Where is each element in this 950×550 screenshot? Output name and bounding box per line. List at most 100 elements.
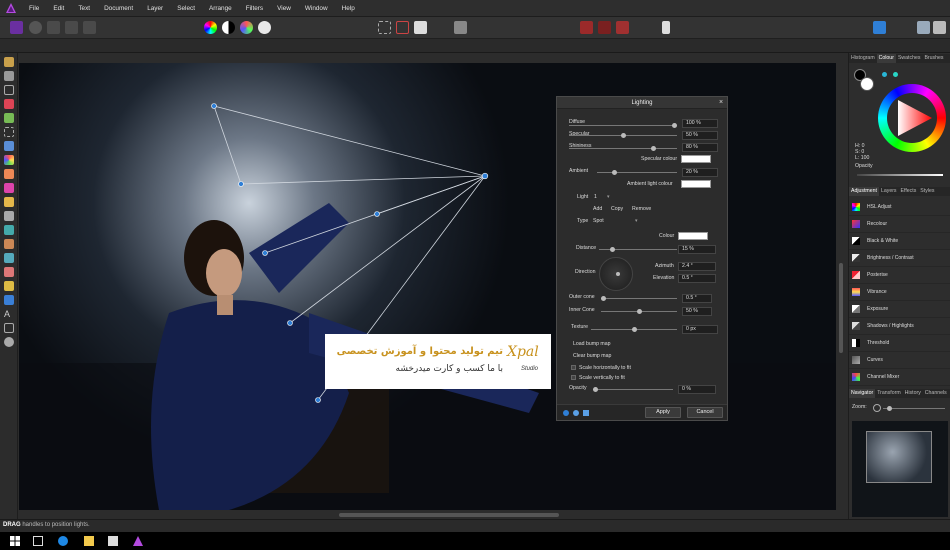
eyedropper-icon[interactable]	[882, 72, 887, 77]
specular-value[interactable]: 50 %	[682, 131, 718, 140]
menu-edit[interactable]: Edit	[46, 0, 71, 17]
adjustment-item[interactable]: Black & White	[849, 233, 950, 250]
shininess-slider[interactable]	[569, 146, 677, 151]
zoom-slider[interactable]	[883, 406, 945, 411]
arrange-icon[interactable]	[873, 21, 886, 34]
adjustment-item[interactable]: Brightness / Contrast	[849, 250, 950, 267]
adjustment-item[interactable]: Channel Mixer	[849, 369, 950, 386]
cancel-button[interactable]: Cancel	[687, 407, 723, 418]
adjustment-item[interactable]: Curves	[849, 352, 950, 369]
adjustment-item[interactable]: Posterise	[849, 267, 950, 284]
menu-arrange[interactable]: Arrange	[202, 0, 239, 17]
texture-knob[interactable]	[631, 327, 637, 332]
opacity-slider[interactable]	[593, 387, 673, 392]
type-select-chevron-icon[interactable]: ▾	[635, 218, 638, 224]
view-tool-icon[interactable]	[4, 57, 14, 67]
shape-tool-icon[interactable]	[4, 295, 14, 305]
ambient-colour-swatch[interactable]	[681, 180, 711, 188]
adjustment-item[interactable]: HSL Adjust	[849, 199, 950, 216]
menu-layer[interactable]: Layer	[140, 0, 170, 17]
colour-mode-icon[interactable]	[893, 72, 898, 77]
load-bump-map-button[interactable]: Load bump map	[573, 341, 611, 347]
navigator-preview[interactable]	[852, 421, 948, 517]
tab-histogram[interactable]: Histogram	[849, 54, 877, 63]
scale-horizontally-checkbox[interactable]	[571, 365, 576, 370]
light-select[interactable]: 1	[594, 194, 597, 200]
adjustment-item[interactable]: Exposure	[849, 301, 950, 318]
menu-view[interactable]: View	[270, 0, 298, 17]
tab-adjustment[interactable]: Adjustment	[849, 187, 879, 196]
direction-dial[interactable]	[599, 257, 633, 291]
inner-cone-value[interactable]: 50 %	[682, 307, 712, 316]
inner-cone-knob[interactable]	[636, 309, 642, 314]
white-balance-icon[interactable]	[240, 21, 253, 34]
distance-knob[interactable]	[609, 247, 615, 252]
diffuse-knob[interactable]	[672, 123, 677, 128]
menu-document[interactable]: Document	[97, 0, 140, 17]
horizontal-scroll-thumb[interactable]	[339, 513, 559, 517]
colour-triangle[interactable]	[892, 98, 932, 138]
crop-tool-icon[interactable]	[4, 85, 14, 95]
menu-text[interactable]: Text	[71, 0, 97, 17]
adjustment-item[interactable]: Vibrance	[849, 284, 950, 301]
menu-filters[interactable]: Filters	[239, 0, 270, 17]
navigator-view-rect[interactable]	[866, 431, 932, 483]
deselect-icon[interactable]	[396, 21, 409, 34]
tab-channels[interactable]: Channels	[923, 389, 949, 398]
flood-fill-icon[interactable]	[4, 141, 14, 151]
photo-persona-icon[interactable]	[10, 21, 23, 34]
smudge-tool-icon[interactable]	[4, 239, 14, 249]
zoom-out-icon[interactable]	[873, 404, 881, 412]
menu-window[interactable]: Window	[298, 0, 335, 17]
specular-slider[interactable]	[569, 133, 677, 138]
menu-file[interactable]: File	[22, 0, 46, 17]
diffuse-value[interactable]: 100 %	[682, 119, 718, 128]
snapping-options-icon[interactable]	[598, 21, 611, 34]
light-select-chevron-icon[interactable]: ▾	[607, 194, 610, 200]
paint-brush-icon[interactable]	[4, 169, 14, 179]
windows-start-icon[interactable]	[10, 536, 20, 546]
move-tool-icon[interactable]	[4, 71, 14, 81]
texture-value[interactable]: 0 px	[682, 325, 718, 334]
adjustment-item[interactable]: Recolour	[849, 216, 950, 233]
elevation-value[interactable]: 0.5 °	[678, 274, 716, 283]
inner-cone-slider[interactable]	[601, 309, 677, 314]
horizontal-scrollbar[interactable]	[19, 511, 836, 519]
adjustment-item[interactable]: Threshold	[849, 335, 950, 352]
tab-navigator[interactable]: Navigator	[849, 389, 876, 398]
edge-browser-icon[interactable]	[58, 536, 68, 546]
pen-tool-icon[interactable]	[4, 281, 14, 291]
tab-transform[interactable]: Transform	[875, 389, 902, 398]
zoom-slider-knob[interactable]	[887, 406, 892, 411]
menu-help[interactable]: Help	[335, 0, 362, 17]
outer-cone-slider[interactable]	[601, 296, 677, 301]
azimuth-value[interactable]: 2.4 °	[678, 262, 716, 271]
affinity-photo-taskbar-icon[interactable]	[133, 536, 143, 546]
adjustment-item[interactable]: Shadows / Highlights	[849, 318, 950, 335]
assistant-icon[interactable]	[662, 21, 670, 34]
light-colour-swatch[interactable]	[678, 232, 708, 240]
share-icon[interactable]	[917, 21, 930, 34]
pixel-tool-icon[interactable]	[4, 183, 14, 193]
export-persona-icon[interactable]	[83, 21, 96, 34]
store-icon[interactable]	[108, 536, 118, 546]
tone-mapping-persona-icon[interactable]	[65, 21, 78, 34]
text-tool-icon[interactable]: A	[4, 309, 14, 319]
ambient-knob[interactable]	[612, 170, 617, 175]
marquee-select-icon[interactable]	[378, 21, 391, 34]
opacity-value[interactable]: 0 %	[678, 385, 716, 394]
remove-light-button[interactable]: Remove	[632, 206, 651, 212]
colour-wheel[interactable]	[878, 84, 946, 152]
tab-swatches[interactable]: Swatches	[896, 54, 923, 63]
brush-options-icon[interactable]	[616, 21, 629, 34]
blur-tool-icon[interactable]	[4, 253, 14, 263]
directional-light-icon[interactable]	[583, 410, 589, 416]
outer-cone-value[interactable]: 0.5 °	[682, 294, 712, 303]
outer-cone-knob[interactable]	[601, 296, 606, 301]
zoom-tool-icon[interactable]	[4, 337, 14, 347]
quick-mask-icon[interactable]	[454, 21, 467, 34]
healing-tool-icon[interactable]	[4, 267, 14, 277]
colour-wheel-icon[interactable]	[204, 21, 217, 34]
ambient-slider[interactable]	[597, 170, 677, 175]
flood-select-icon[interactable]	[4, 113, 14, 123]
